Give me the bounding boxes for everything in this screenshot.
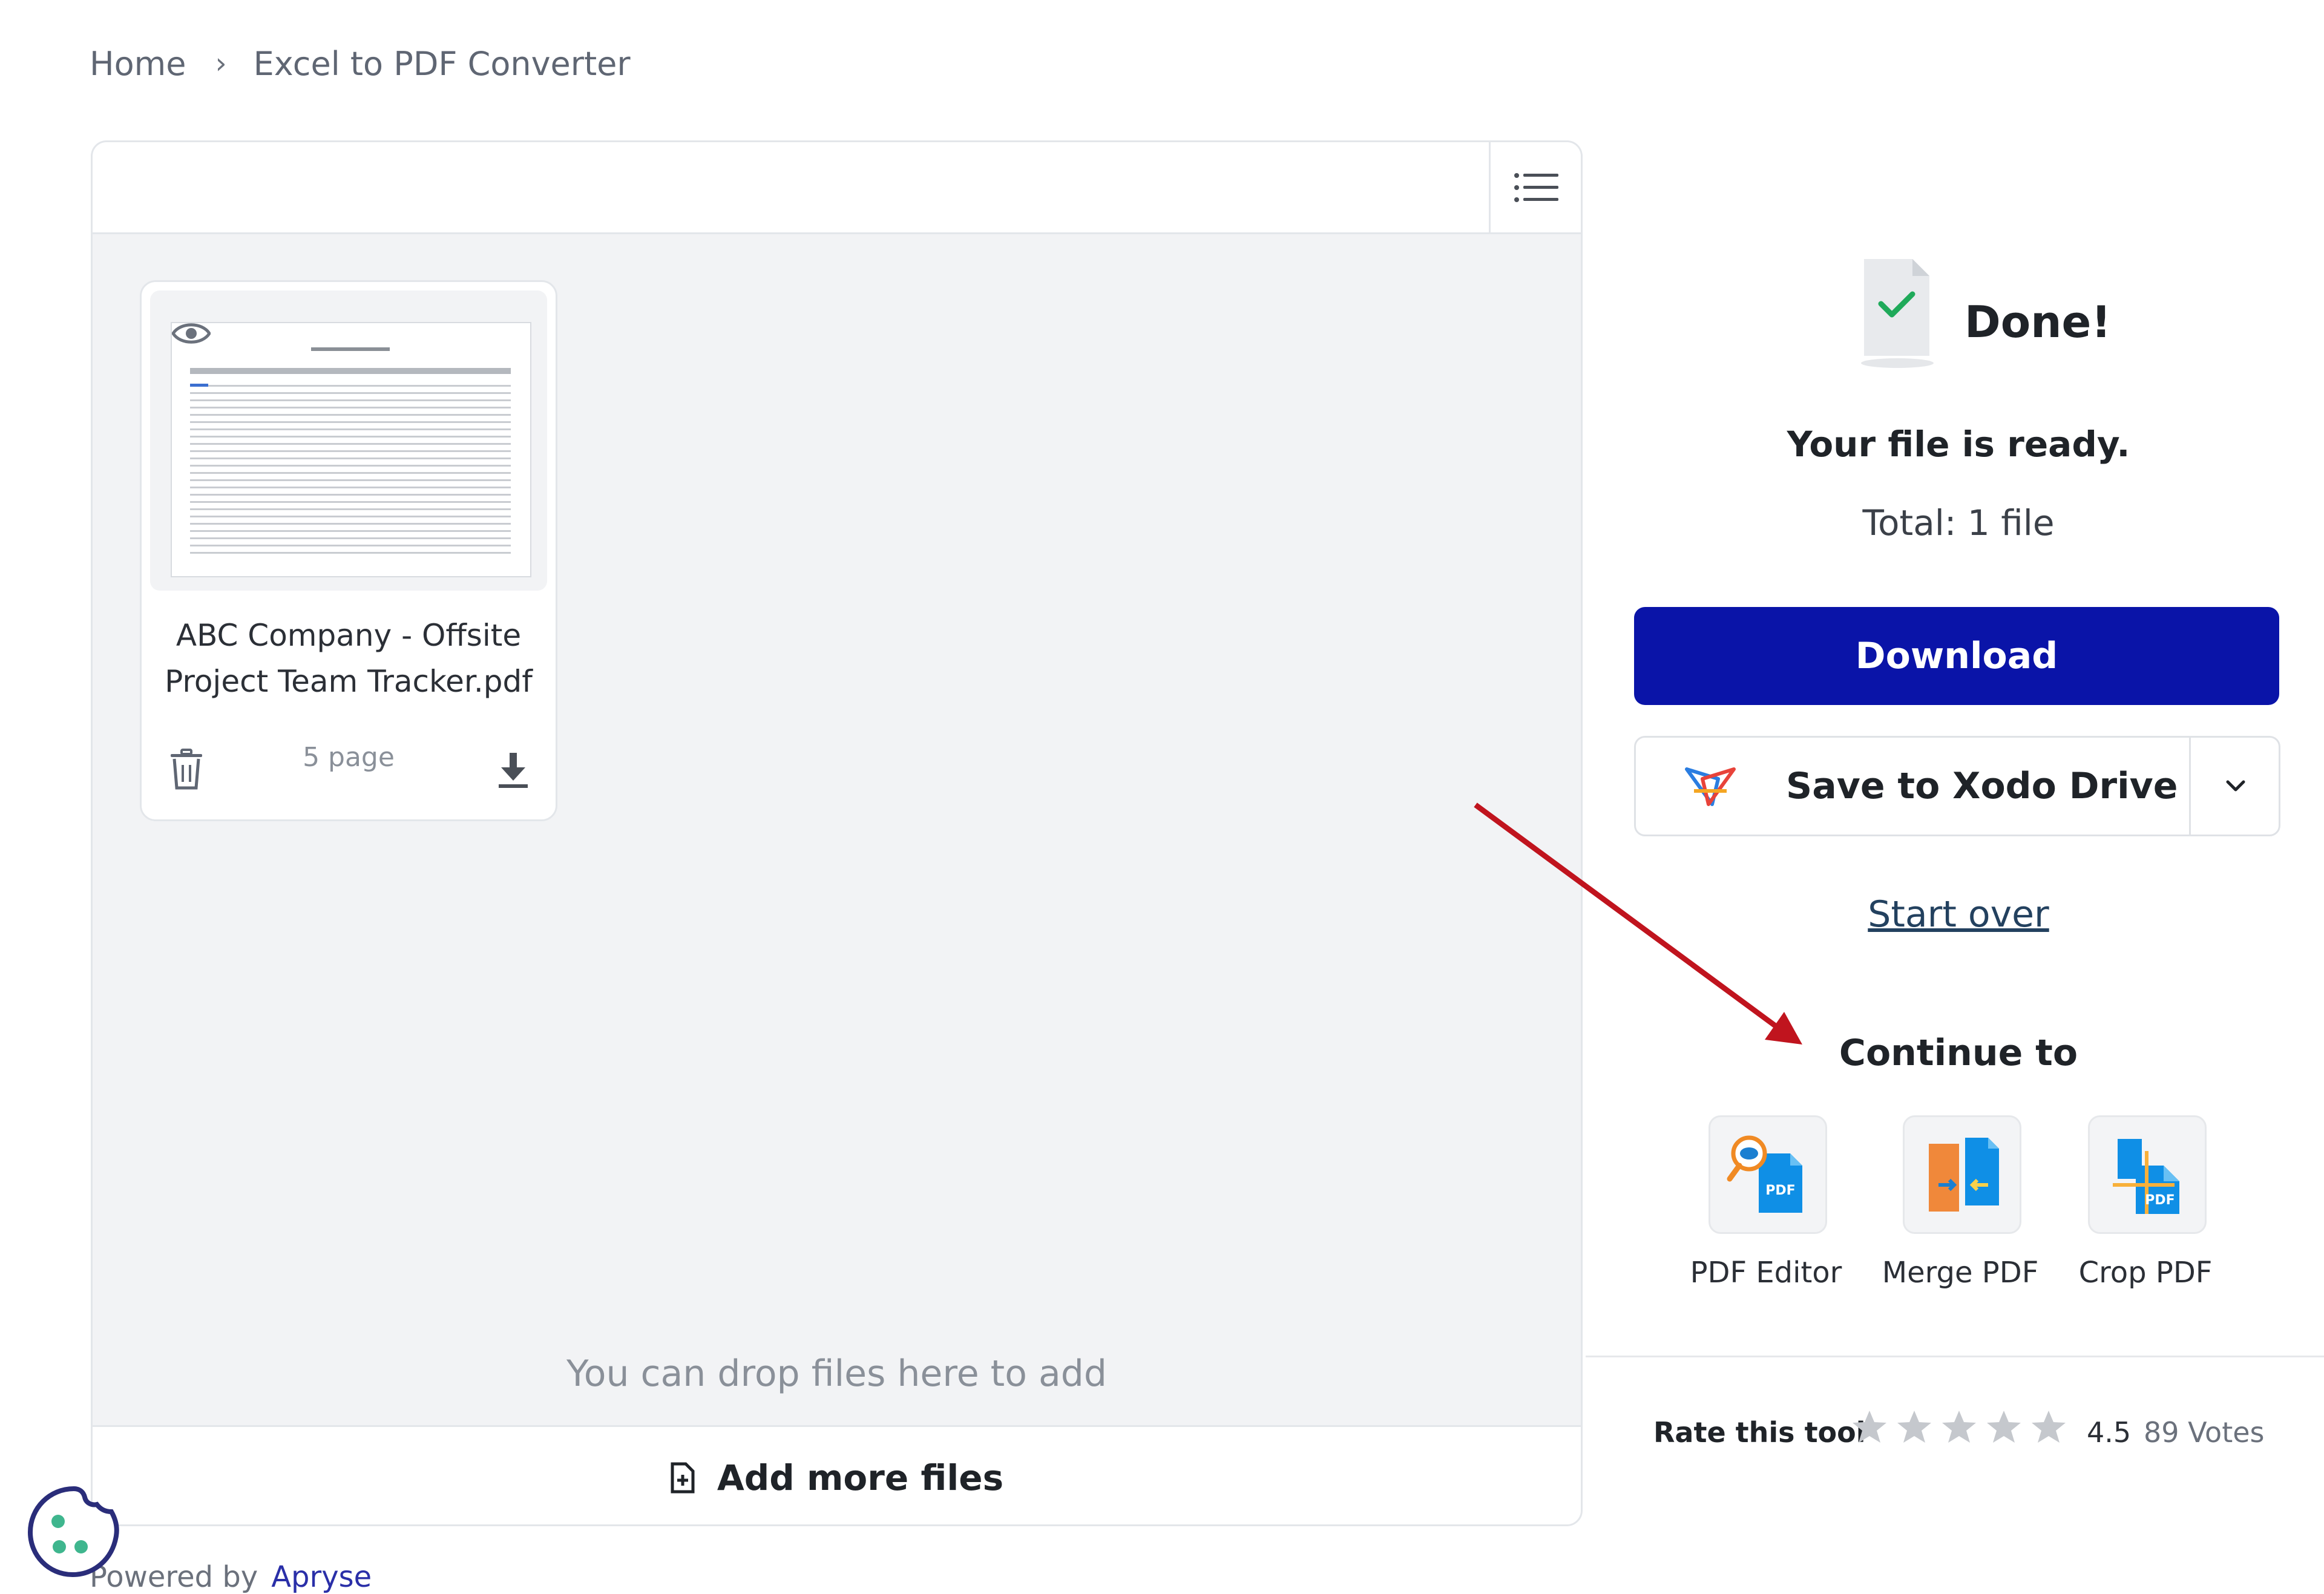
start-over-link[interactable]: Start over (1634, 893, 2283, 936)
save-to-xodo-main[interactable]: Save to Xodo Drive (1636, 738, 2189, 835)
save-to-xodo-drive-button[interactable]: Save to Xodo Drive (1634, 736, 2280, 836)
rate-tool-label: Rate this tool (1653, 1416, 1866, 1449)
delete-file-icon[interactable] (168, 748, 205, 790)
powered-by: Powered by Apryse (90, 1560, 372, 1594)
save-to-xodo-label: Save to Xodo Drive (1786, 765, 2178, 807)
svg-text:PDF: PDF (1765, 1183, 1795, 1198)
merge-pdf-icon (1929, 1138, 1999, 1212)
file-panel: ABC Company - Offsite Project Team Track… (91, 140, 1583, 1526)
crop-pdf-icon: PDF (2113, 1139, 2179, 1214)
star-icon[interactable] (1940, 1409, 1978, 1446)
save-options-dropdown[interactable] (2191, 738, 2280, 835)
tool-label: Crop PDF (2078, 1256, 2213, 1290)
add-file-icon (671, 1462, 695, 1493)
thumbnail-table-preview (190, 347, 511, 554)
list-icon (1514, 172, 1558, 202)
rating-value: 4.5 (2087, 1416, 2132, 1449)
tool-label: Merge PDF (1882, 1256, 2039, 1290)
breadcrumb: Home › Excel to PDF Converter (90, 42, 631, 85)
add-more-files-button[interactable]: Add more files (93, 1425, 1581, 1524)
breadcrumb-current: Excel to PDF Converter (253, 44, 631, 83)
preview-eye-icon[interactable] (172, 320, 211, 347)
merge-pdf-tile[interactable] (1903, 1115, 2021, 1234)
drop-hint: You can drop files here to add (566, 1353, 1107, 1395)
breadcrumb-separator: › (215, 47, 227, 80)
star-icon[interactable] (2030, 1409, 2067, 1446)
tool-label: PDF Editor (1690, 1256, 1842, 1290)
file-thumbnail[interactable] (150, 290, 547, 591)
star-icon[interactable] (1985, 1409, 2023, 1446)
crop-pdf-tile[interactable]: PDF (2088, 1115, 2207, 1234)
xodo-logo-icon (1685, 767, 1736, 806)
pdf-editor-icon: PDF (1727, 1135, 1802, 1213)
download-file-icon[interactable] (495, 748, 531, 790)
add-more-files-label: Add more files (717, 1457, 1004, 1498)
apryse-link[interactable]: Apryse (271, 1560, 372, 1594)
rating-stars (1851, 1409, 2067, 1446)
file-card[interactable]: ABC Company - Offsite Project Team Track… (140, 280, 557, 821)
rating-votes: 89 Votes (2144, 1416, 2265, 1449)
thumbnail-page (171, 322, 531, 577)
panel-toolbar (93, 142, 1581, 234)
star-icon[interactable] (1896, 1409, 1933, 1446)
file-ready-text: Your file is ready. (1787, 424, 2130, 465)
done-title: Done! (1965, 297, 2112, 347)
file-name: ABC Company - Offsite Project Team Track… (165, 618, 533, 699)
chevron-down-icon (2226, 780, 2245, 792)
continue-to-heading: Continue to (1839, 1032, 2078, 1074)
svg-text:PDF: PDF (2145, 1193, 2175, 1208)
file-done-icon (1861, 259, 1934, 368)
breadcrumb-home[interactable]: Home (90, 45, 186, 83)
download-button[interactable]: Download (1634, 607, 2279, 705)
pdf-editor-tile[interactable]: PDF (1709, 1115, 1827, 1234)
list-view-button[interactable] (1489, 142, 1581, 232)
total-files-text: Total: 1 file (1862, 502, 2055, 543)
star-icon[interactable] (1851, 1409, 1888, 1446)
cookie-settings-icon[interactable] (25, 1484, 122, 1581)
rating-divider (1586, 1356, 2324, 1357)
